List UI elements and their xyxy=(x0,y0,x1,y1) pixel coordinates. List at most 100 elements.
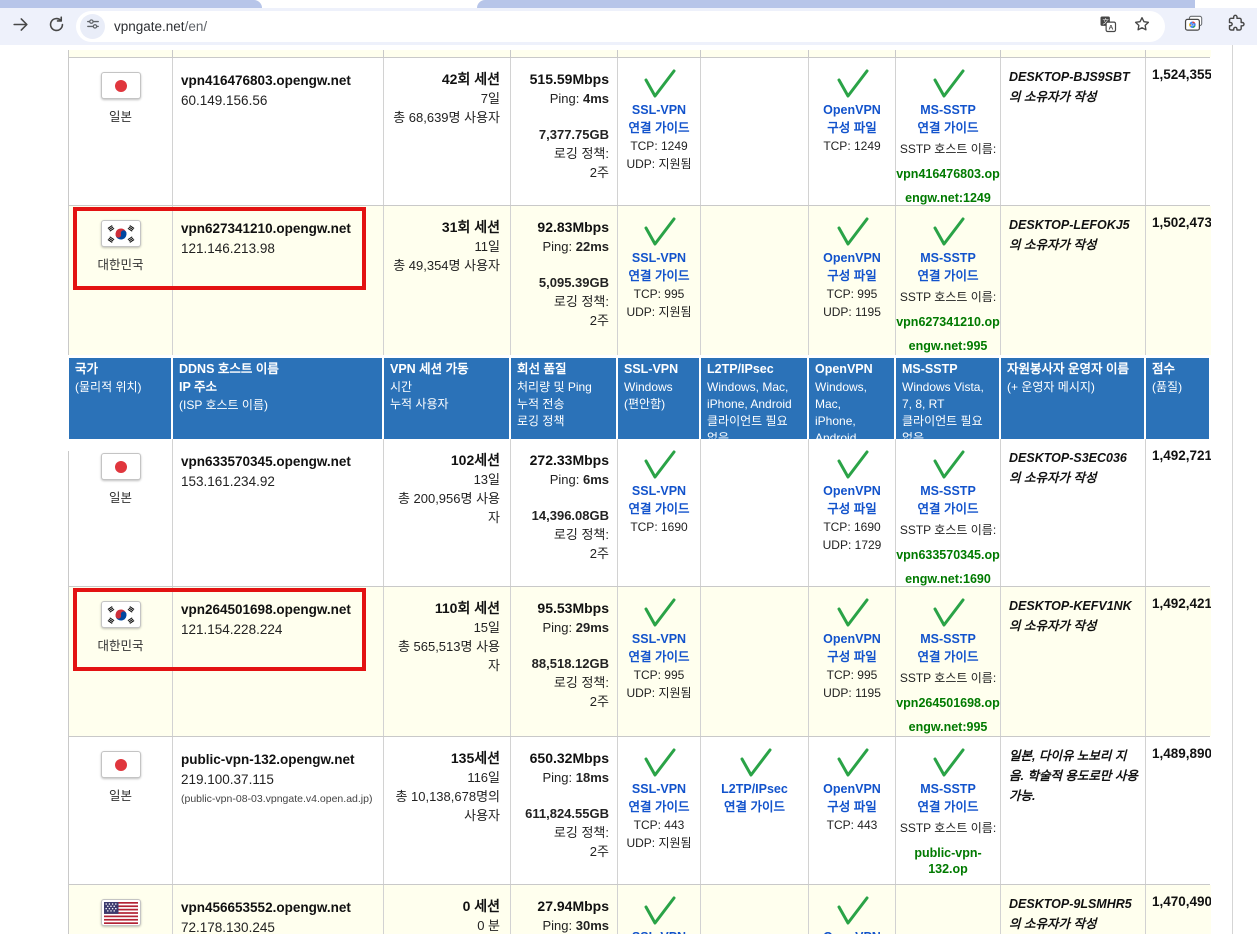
check-icon xyxy=(641,450,677,480)
connect-guide-link[interactable]: 연결 가이드 xyxy=(618,500,700,518)
chrome-windows-button[interactable] xyxy=(1181,14,1207,40)
cumulative-users: 총 10,138,678명의 사용자 xyxy=(388,787,500,825)
ssl-vpn-link[interactable]: SSL-VPN xyxy=(618,928,700,934)
throughput: 515.59Mbps xyxy=(515,70,609,89)
connect-guide-link[interactable]: 연결 가이드 xyxy=(701,798,808,816)
bookmark-button[interactable] xyxy=(1129,14,1155,40)
connect-guide-link[interactable]: 연결 가이드 xyxy=(896,119,1000,137)
session-count: 42회 세션 xyxy=(388,70,500,89)
header-ssl-vpn: SSL-VPNWindows(편안함) xyxy=(617,357,700,451)
config-file-link[interactable]: 구성 파일 xyxy=(809,648,895,666)
reload-button[interactable] xyxy=(42,13,70,41)
openvpn-tcp-port: TCP: 1249 xyxy=(809,137,895,155)
connect-guide-link[interactable]: 연결 가이드 xyxy=(618,119,700,137)
ip-address: 121.154.228.224 xyxy=(181,620,375,640)
ssl-tcp-port: TCP: 1249 xyxy=(618,137,700,155)
table-row: 일본 vpn633570345.opengw.net 153.161.234.9… xyxy=(68,438,1210,586)
sstp-host-label: SSTP 호스트 이름: xyxy=(896,140,1000,158)
url-bar[interactable]: vpngate.net/en/ 文A xyxy=(76,11,1165,42)
connect-guide-link[interactable]: 연결 가이드 xyxy=(896,267,1000,285)
logging-policy-label: 로깅 정책: xyxy=(515,292,609,311)
connect-guide-link[interactable]: 연결 가이드 xyxy=(618,648,700,666)
ssl-vpn-link[interactable]: SSL-VPN xyxy=(618,101,700,119)
check-icon xyxy=(834,748,870,778)
sstp-hostname: vpn264501698.op xyxy=(896,695,1000,711)
connect-guide-link[interactable]: 연결 가이드 xyxy=(618,798,700,816)
openvpn-udp-port: UDP: 1195 xyxy=(809,303,895,321)
reload-icon xyxy=(47,15,66,39)
sstp-host-label: SSTP 호스트 이름: xyxy=(896,819,1000,837)
extensions-button[interactable] xyxy=(1223,14,1249,40)
ms-sstp-link[interactable]: MS-SSTP xyxy=(896,780,1000,798)
header-ddns: DDNS 호스트 이름IP 주소(ISP 호스트 이름) xyxy=(172,357,383,451)
openvpn-link[interactable]: OpenVPN xyxy=(809,101,895,119)
openvpn-link[interactable]: OpenVPN xyxy=(809,928,895,934)
site-settings-button[interactable] xyxy=(80,14,105,39)
ssl-tcp-port: TCP: 1690 xyxy=(618,518,700,536)
check-icon xyxy=(930,598,966,628)
openvpn-link[interactable]: OpenVPN xyxy=(809,780,895,798)
operator-message: DESKTOP-LEFOKJ5의 소유자가 작성 xyxy=(1001,206,1146,355)
japan-flag-icon xyxy=(101,751,141,778)
ms-sstp-link[interactable]: MS-SSTP xyxy=(896,101,1000,119)
check-icon xyxy=(834,598,870,628)
logging-policy: 2주 xyxy=(515,544,609,563)
url-text[interactable]: vpngate.net/en/ xyxy=(114,19,1095,34)
url-path: /en/ xyxy=(185,19,208,34)
ping: Ping: 4ms xyxy=(515,89,609,108)
ms-sstp-link[interactable]: MS-SSTP xyxy=(896,482,1000,500)
openvpn-link[interactable]: OpenVPN xyxy=(809,482,895,500)
table-header: 국가(물리적 위치) DDNS 호스트 이름IP 주소(ISP 호스트 이름) … xyxy=(68,355,1210,438)
logging-policy-label: 로깅 정책: xyxy=(515,144,609,163)
check-icon xyxy=(834,450,870,480)
openvpn-udp-port: UDP: 1195 xyxy=(809,684,895,702)
config-file-link[interactable]: 구성 파일 xyxy=(809,267,895,285)
ms-sstp-link[interactable]: MS-SSTP xyxy=(896,249,1000,267)
connect-guide-link[interactable]: 연결 가이드 xyxy=(618,267,700,285)
page-right-border xyxy=(1232,45,1233,934)
header-country: 국가(물리적 위치) xyxy=(68,357,172,451)
header-sessions: VPN 세션 가동시간누적 사용자 xyxy=(383,357,510,451)
check-icon xyxy=(834,69,870,99)
sstp-hostname: vpn627341210.op xyxy=(896,314,1000,330)
openvpn-udp-port: UDP: 1729 xyxy=(809,536,895,554)
check-icon xyxy=(930,748,966,778)
connect-guide-link[interactable]: 연결 가이드 xyxy=(896,500,1000,518)
sstp-hostname: vpn633570345.op xyxy=(896,547,1000,563)
connect-guide-link[interactable]: 연결 가이드 xyxy=(896,798,1000,816)
ms-sstp-link[interactable]: MS-SSTP xyxy=(896,630,1000,648)
config-file-link[interactable]: 구성 파일 xyxy=(809,500,895,518)
l2tp-link[interactable]: L2TP/IPsec xyxy=(701,780,808,798)
puzzle-icon xyxy=(1226,14,1246,39)
session-count: 110회 세션 xyxy=(388,599,500,618)
config-file-link[interactable]: 구성 파일 xyxy=(809,798,895,816)
ping: Ping: 22ms xyxy=(515,237,609,256)
header-operator: 자원봉사자 운영자 이름(+ 운영자 메시지) xyxy=(1000,357,1145,451)
ssl-vpn-link[interactable]: SSL-VPN xyxy=(618,249,700,267)
ssl-vpn-link[interactable]: SSL-VPN xyxy=(618,630,700,648)
cumulative-transfer: 14,396.08GB xyxy=(515,506,609,525)
logging-policy: 2주 xyxy=(515,163,609,182)
config-file-link[interactable]: 구성 파일 xyxy=(809,119,895,137)
ssl-vpn-link[interactable]: SSL-VPN xyxy=(618,482,700,500)
translate-icon: 文A xyxy=(1099,15,1117,38)
table-row: 미국 vpn456653552.opengw.net 72.178.130.24… xyxy=(68,884,1210,934)
vpn-server-table: 일본 vpn416476803.opengw.net 60.149.156.56… xyxy=(68,50,1210,934)
openvpn-link[interactable]: OpenVPN xyxy=(809,630,895,648)
connect-guide-link[interactable]: 연결 가이드 xyxy=(896,648,1000,666)
openvpn-link[interactable]: OpenVPN xyxy=(809,249,895,267)
score: 1,489,890 xyxy=(1146,737,1211,884)
tab-strip xyxy=(0,0,1257,8)
logging-policy-label: 로깅 정책: xyxy=(515,673,609,692)
ssl-tcp-port: TCP: 443 xyxy=(618,816,700,834)
forward-button[interactable] xyxy=(6,13,34,41)
session-count: 102세션 xyxy=(388,451,500,470)
score: 1,502,473 xyxy=(1146,206,1211,355)
ssl-vpn-link[interactable]: SSL-VPN xyxy=(618,780,700,798)
uptime: 0 분 xyxy=(388,916,500,934)
translate-button[interactable]: 文A xyxy=(1095,14,1121,40)
score: 1,470,490 xyxy=(1146,885,1211,934)
check-icon xyxy=(834,217,870,247)
country-label: 대한민국 xyxy=(69,635,172,654)
country-label: 일본 xyxy=(69,106,172,125)
